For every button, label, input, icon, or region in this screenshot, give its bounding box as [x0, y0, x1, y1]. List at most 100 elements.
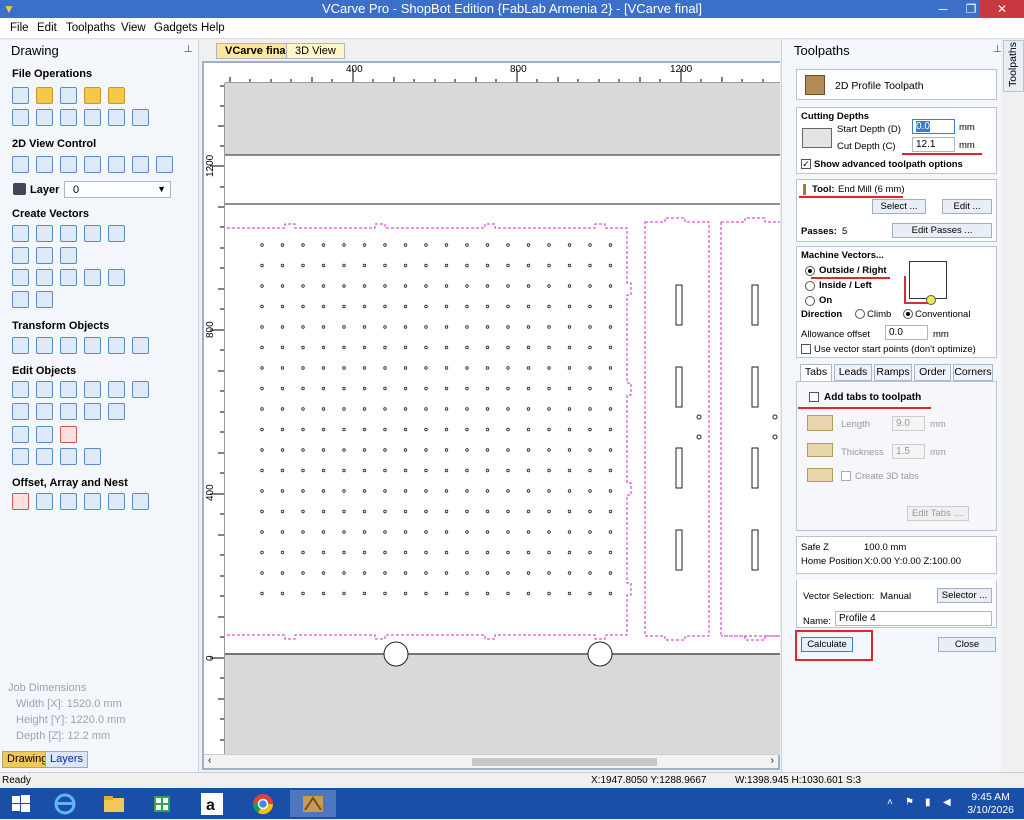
- drill-hole[interactable]: [588, 366, 592, 370]
- drill-hole[interactable]: [485, 468, 490, 473]
- drill-hole[interactable]: [260, 407, 264, 411]
- drill-hole[interactable]: [485, 345, 490, 350]
- drill-hole[interactable]: [424, 243, 428, 247]
- drill-hole[interactable]: [547, 263, 551, 268]
- slot[interactable]: [751, 366, 759, 408]
- drill-hole[interactable]: [485, 509, 490, 514]
- cut-icon[interactable]: [36, 109, 53, 126]
- drill-hole[interactable]: [485, 530, 490, 534]
- amazon-icon[interactable]: a: [193, 790, 231, 817]
- chevron-up-icon[interactable]: ˄: [887, 797, 893, 808]
- drill-hole[interactable]: [608, 571, 613, 575]
- drill-hole[interactable]: [362, 571, 367, 575]
- drill-hole[interactable]: [588, 325, 592, 329]
- drill-hole[interactable]: [526, 366, 531, 370]
- join-vectors-icon[interactable]: [132, 381, 149, 398]
- ungroup-icon[interactable]: [108, 381, 125, 398]
- drill-hole[interactable]: [424, 427, 428, 432]
- drill-hole[interactable]: [301, 448, 305, 452]
- drill-hole[interactable]: [608, 448, 613, 452]
- drill-hole[interactable]: [506, 386, 510, 391]
- drill-hole[interactable]: [280, 263, 285, 268]
- drill-hole[interactable]: [424, 468, 428, 473]
- drill-hole[interactable]: [301, 263, 305, 268]
- drill-hole[interactable]: [362, 489, 367, 493]
- drill-hole[interactable]: [567, 427, 572, 432]
- drill-hole[interactable]: [342, 448, 346, 452]
- drill-hole[interactable]: [362, 468, 367, 473]
- drill-hole[interactable]: [547, 427, 551, 432]
- drill-hole[interactable]: [465, 448, 469, 452]
- scroll-left-icon[interactable]: ‹: [208, 755, 211, 766]
- drill-hole[interactable]: [526, 243, 531, 247]
- drill-hole[interactable]: [485, 448, 490, 452]
- drill-hole[interactable]: [567, 386, 572, 391]
- slot[interactable]: [675, 529, 683, 571]
- drill-hole[interactable]: [280, 427, 285, 432]
- strip-hole[interactable]: [772, 414, 778, 420]
- drill-hole[interactable]: [403, 509, 408, 514]
- drill-hole[interactable]: [485, 325, 490, 329]
- drill-hole[interactable]: [567, 489, 572, 493]
- drill-hole[interactable]: [547, 530, 551, 534]
- drill-hole[interactable]: [526, 325, 531, 329]
- copy-icon[interactable]: [60, 109, 77, 126]
- new-file-icon[interactable]: [12, 87, 29, 104]
- nest-parts-icon[interactable]: [108, 493, 125, 510]
- drill-hole[interactable]: [465, 304, 469, 309]
- drill-hole[interactable]: [506, 366, 510, 370]
- scissors-icon[interactable]: [108, 403, 125, 420]
- save-icon[interactable]: [60, 87, 77, 104]
- drill-hole[interactable]: [526, 468, 531, 473]
- smooth-curve-icon[interactable]: [60, 426, 77, 443]
- drill-hole[interactable]: [321, 284, 326, 288]
- drawing-canvas[interactable]: [225, 83, 780, 755]
- drill-hole[interactable]: [301, 366, 305, 370]
- tab-tabs[interactable]: Tabs: [800, 364, 832, 381]
- tab-thickness-input[interactable]: 1.5: [892, 444, 925, 459]
- panel-outline-strip-1[interactable]: [644, 217, 710, 641]
- drill-hole[interactable]: [362, 427, 367, 432]
- drill-hole[interactable]: [321, 468, 326, 473]
- drill-hole[interactable]: [321, 571, 326, 575]
- open-folder-icon[interactable]: [36, 87, 53, 104]
- drill-hole[interactable]: [403, 345, 408, 350]
- drill-hole[interactable]: [485, 386, 490, 391]
- network-icon[interactable]: ▮: [925, 797, 931, 808]
- drill-hole[interactable]: [342, 591, 346, 596]
- drill-hole[interactable]: [547, 284, 551, 288]
- dogbone-icon[interactable]: [36, 426, 53, 443]
- select-icon[interactable]: [12, 381, 29, 398]
- drill-hole[interactable]: [280, 571, 285, 575]
- panel-outline-strip-2[interactable]: [720, 217, 780, 641]
- drill-hole[interactable]: [608, 243, 613, 247]
- tab-corners[interactable]: Corners: [953, 364, 993, 381]
- drill-hole[interactable]: [321, 530, 326, 534]
- drill-hole[interactable]: [383, 448, 387, 452]
- drill-hole[interactable]: [321, 448, 326, 452]
- drill-hole[interactable]: [588, 591, 592, 596]
- drill-hole[interactable]: [444, 489, 449, 493]
- drill-hole[interactable]: [424, 509, 428, 514]
- drill-hole[interactable]: [383, 427, 387, 432]
- drill-hole[interactable]: [465, 366, 469, 370]
- mirror-icon[interactable]: [84, 337, 101, 354]
- drill-hole[interactable]: [403, 550, 408, 555]
- drill-hole[interactable]: [321, 243, 326, 247]
- drill-hole[interactable]: [260, 325, 264, 329]
- subtract-icon[interactable]: [36, 403, 53, 420]
- close-window-button[interactable]: ✕: [980, 0, 1024, 18]
- drill-hole[interactable]: [465, 571, 469, 575]
- move-icon[interactable]: [12, 337, 29, 354]
- drill-hole[interactable]: [424, 550, 428, 555]
- drill-hole[interactable]: [465, 284, 469, 288]
- drill-hole[interactable]: [608, 325, 613, 329]
- drill-hole[interactable]: [567, 325, 572, 329]
- drill-hole[interactable]: [608, 304, 613, 309]
- zoom-selected-icon[interactable]: [84, 156, 101, 173]
- tab-order[interactable]: Order: [914, 364, 951, 381]
- drill-hole[interactable]: [383, 489, 387, 493]
- drill-hole[interactable]: [383, 571, 387, 575]
- drill-hole[interactable]: [608, 407, 613, 411]
- 2d-view[interactable]: 400 800 1200 1200 800 400 0 ‹ ›: [202, 61, 780, 770]
